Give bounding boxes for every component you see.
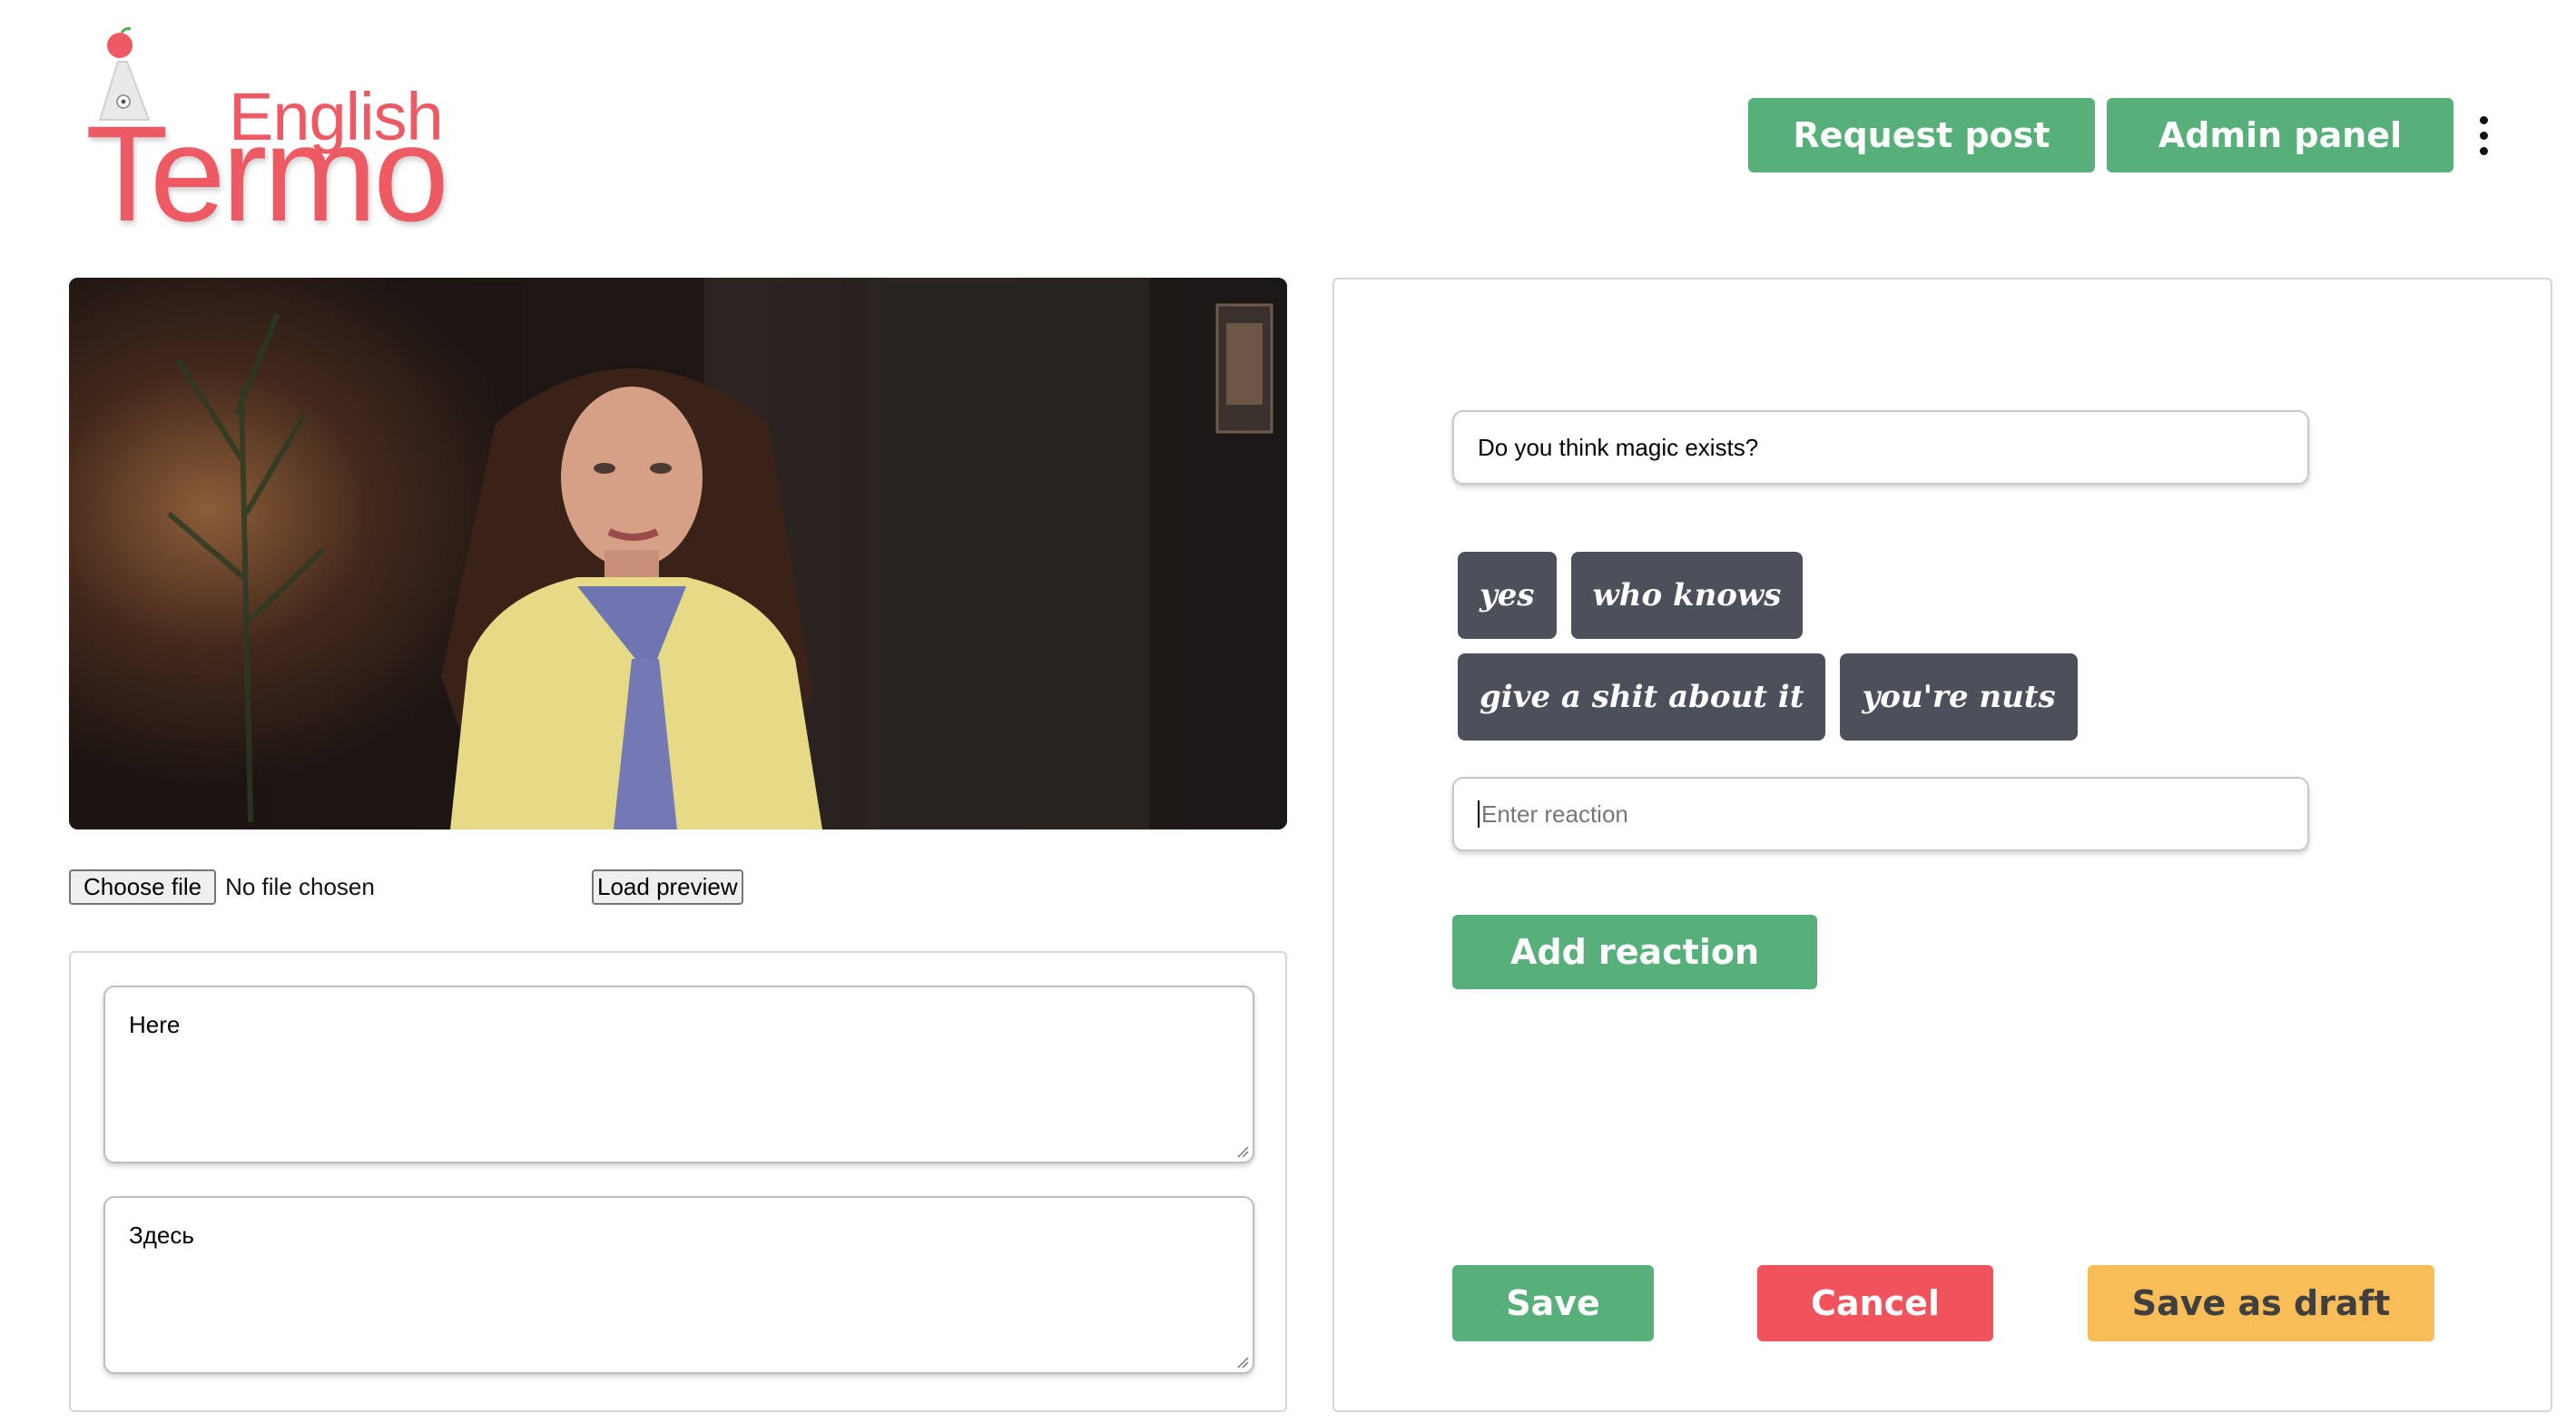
brand-title: Termo [85,97,449,250]
reaction-chip[interactable]: who knows [1570,552,1804,639]
kebab-menu-icon[interactable] [2474,116,2492,156]
save-button[interactable]: Save [1452,1265,1654,1341]
reaction-chips: yes who knows give a shit about it you'r… [1458,552,2184,741]
resize-grip-icon[interactable] [1236,1145,1249,1158]
russian-text-area[interactable]: Здесь [103,1196,1254,1374]
app-logo[interactable]: English Termo [73,18,454,245]
reaction-chip[interactable]: give a shit about it [1458,653,1826,741]
request-post-button[interactable]: Request post [1748,98,2095,172]
english-text-area[interactable]: Here [103,986,1254,1163]
reaction-placeholder: Enter reaction [1481,800,1628,828]
reaction-chip[interactable]: you're nuts [1840,653,2078,741]
resize-grip-icon[interactable] [1236,1356,1249,1369]
question-input[interactable]: Do you think magic exists? [1452,410,2309,485]
translations-panel: Here Здесь [69,951,1287,1412]
post-editor-panel: Do you think magic exists? yes who knows… [1332,278,2552,1412]
reaction-chip[interactable]: yes [1458,552,1557,639]
add-reaction-button[interactable]: Add reaction [1452,915,1817,989]
question-text: Do you think magic exists? [1478,433,1759,461]
header-actions: Request post Admin panel [1748,98,2453,172]
save-as-draft-button[interactable]: Save as draft [2088,1265,2434,1341]
reaction-input[interactable]: Enter reaction [1452,777,2309,851]
image-preview [69,278,1287,829]
text-caret [1478,800,1480,828]
russian-text: Здесь [129,1222,194,1249]
load-preview-button[interactable]: Load preview [592,869,743,905]
english-text: Here [129,1011,181,1038]
admin-panel-button[interactable]: Admin panel [2107,98,2453,172]
choose-file-button[interactable]: Choose file [69,869,217,905]
cancel-button[interactable]: Cancel [1757,1265,1993,1341]
file-upload-row: Choose file No file chosen [69,869,375,905]
preview-image [69,278,1287,829]
file-status-text: No file chosen [225,873,375,900]
